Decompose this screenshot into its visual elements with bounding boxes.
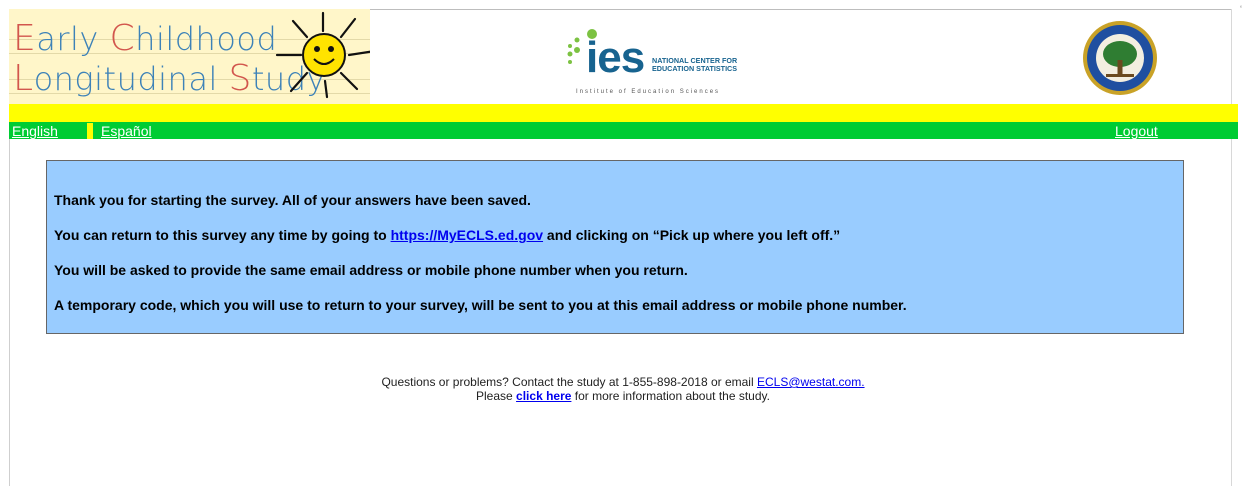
logo-line-1: Early Childhood: [13, 18, 278, 59]
survey-saved-message: Thank you for starting the survey. All o…: [46, 160, 1184, 334]
corner-mark: ‘: [1240, 4, 1242, 14]
ies-logo: ies NATIONAL CENTER FOR EDUCATION STATIS…: [566, 26, 756, 100]
ecls-logo: Early Childhood Longitudinal Study: [9, 9, 370, 104]
page-frame-top: [370, 9, 1232, 10]
ies-wordmark: ies: [586, 33, 645, 82]
page-frame-right: [1231, 9, 1232, 486]
logout-link[interactable]: Logout: [1115, 123, 1158, 139]
language-separator: [87, 123, 93, 139]
message-line-saved: Thank you for starting the survey. All o…: [54, 192, 531, 208]
click-here-link[interactable]: click here: [516, 389, 571, 403]
english-link[interactable]: English: [12, 123, 58, 139]
footer-contact: Questions or problems? Contact the study…: [381, 375, 865, 389]
message-line-same-contact: You will be asked to provide the same em…: [54, 262, 688, 278]
myecls-link[interactable]: https://MyECLS.ed.gov: [391, 227, 543, 243]
nav-bar: [9, 122, 1238, 139]
ies-institute-text: Institute of Education Sciences: [576, 89, 721, 95]
page-frame-left: [9, 104, 10, 486]
sun-icon: [275, 11, 370, 99]
email-link[interactable]: ECLS@westat.com.: [757, 375, 865, 389]
spanish-link[interactable]: Español: [101, 123, 152, 139]
header-yellow-bar: [9, 104, 1238, 122]
message-line-return: You can return to this survey any time b…: [54, 227, 841, 243]
message-line-temporary-code: A temporary code, which you will use to …: [54, 297, 907, 313]
department-seal-icon: [1083, 21, 1157, 95]
nces-text: NATIONAL CENTER FOR EDUCATION STATISTICS: [652, 56, 738, 73]
footer-more-info: Please click here for more information a…: [476, 389, 770, 403]
